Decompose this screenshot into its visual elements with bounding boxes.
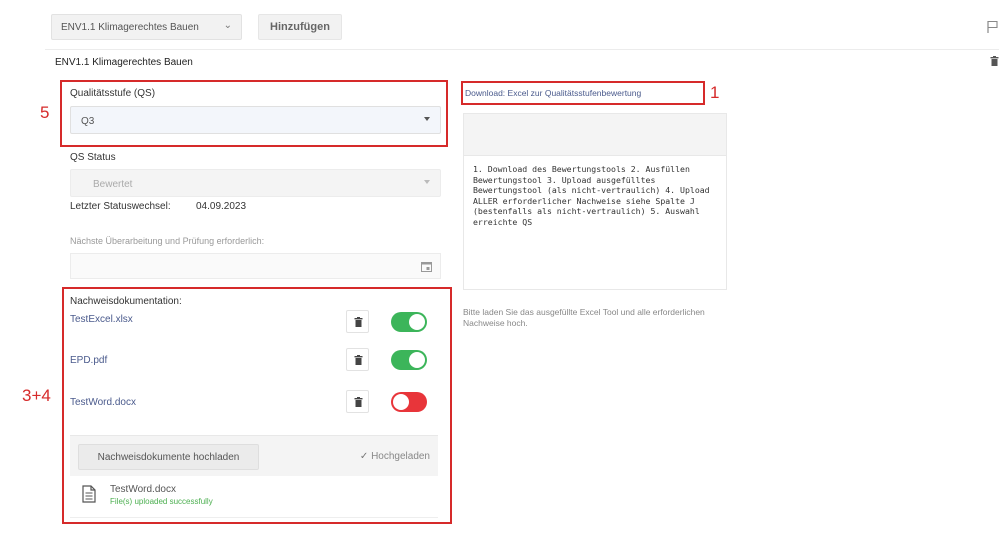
trash-icon	[354, 355, 363, 365]
chevron-down-icon: ⌄	[223, 20, 232, 31]
uploaded-label: Hochgeladen	[371, 451, 430, 462]
uploaded-file-name: TestWord.docx	[110, 484, 176, 495]
trash-icon	[354, 317, 363, 327]
qs-select[interactable]: Q3	[70, 106, 441, 134]
upload-documents-button[interactable]: Nachweisdokumente hochladen	[78, 444, 259, 470]
trash-icon[interactable]	[990, 56, 999, 66]
section-title: ENV1.1 Klimagerechtes Bauen	[55, 57, 193, 68]
document-icon	[82, 485, 96, 503]
delete-file-button[interactable]	[346, 310, 369, 333]
check-icon: ✓	[359, 451, 369, 462]
confidential-toggle-on[interactable]	[391, 350, 427, 370]
instructions-header	[464, 114, 726, 156]
instructions-panel: 1. Download des Bewertungstools 2. Ausfü…	[463, 113, 727, 290]
confidential-toggle-on[interactable]	[391, 312, 427, 332]
file-link[interactable]: EPD.pdf	[70, 355, 107, 366]
trash-icon	[354, 397, 363, 407]
annotation-number-5: 5	[40, 103, 50, 122]
qs-status-select: Bewertet	[70, 169, 441, 197]
qs-status-label: QS Status	[70, 152, 116, 163]
toggle-knob	[393, 394, 409, 410]
upload-success-message: File(s) uploaded successfully	[110, 497, 213, 506]
toggle-knob	[409, 314, 425, 330]
file-link[interactable]: TestWord.docx	[70, 397, 136, 408]
docs-label: Nachweisdokumentation:	[70, 296, 182, 307]
uploaded-file-row: TestWord.docx File(s) uploaded successfu…	[70, 476, 438, 518]
annotation-number-3-4: 3+4	[22, 386, 51, 405]
delete-file-button[interactable]	[346, 348, 369, 371]
toggle-knob	[409, 352, 425, 368]
header-divider	[45, 49, 999, 50]
flag-icon[interactable]	[986, 20, 999, 34]
next-review-label: Nächste Überarbeitung und Prüfung erford…	[70, 236, 265, 246]
delete-file-button[interactable]	[346, 390, 369, 413]
next-review-date-field[interactable]	[70, 253, 441, 279]
add-button[interactable]: Hinzufügen	[258, 14, 342, 40]
uploaded-status: ✓ Hochgeladen	[360, 451, 430, 462]
module-dropdown-label: ENV1.1 Klimagerechtes Bauen	[61, 22, 199, 33]
confidential-toggle-off[interactable]	[391, 392, 427, 412]
qs-status-value: Bewertet	[93, 179, 133, 190]
upload-bar: Nachweisdokumente hochladen ✓ Hochgelade…	[70, 435, 438, 476]
upload-hint: Bitte laden Sie das ausgefüllte Excel To…	[463, 307, 705, 328]
qs-select-value: Q3	[81, 116, 95, 127]
download-excel-link[interactable]: Download: Excel zur Qualitätsstufenbewer…	[465, 88, 641, 98]
caret-down-icon	[424, 117, 430, 121]
last-change-value: 04.09.2023	[196, 201, 247, 212]
last-change-label: Letzter Statuswechsel:	[70, 201, 171, 212]
file-link[interactable]: TestExcel.xlsx	[70, 314, 133, 325]
instructions-text: 1. Download des Bewertungstools 2. Ausfü…	[473, 164, 710, 227]
annotation-number-1: 1	[710, 83, 720, 102]
module-dropdown[interactable]: ENV1.1 Klimagerechtes Bauen ⌄	[51, 14, 242, 40]
calendar-icon[interactable]	[421, 261, 432, 272]
caret-down-icon	[424, 180, 430, 184]
qs-label: Qualitätsstufe (QS)	[70, 88, 156, 99]
